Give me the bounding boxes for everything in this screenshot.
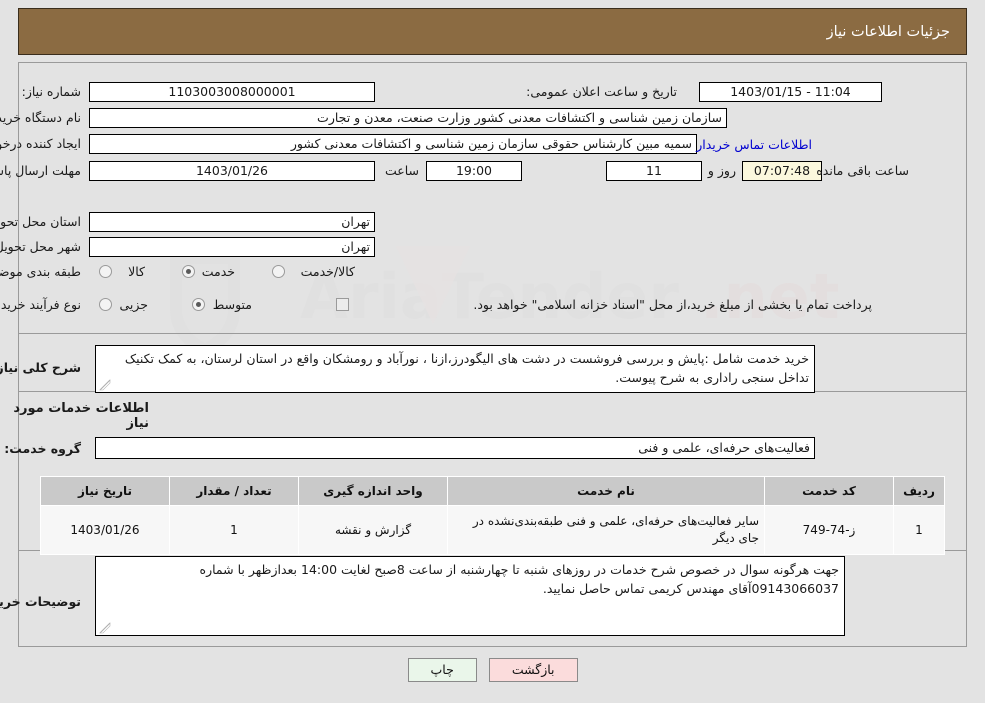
resize-grip-icon[interactable] <box>99 379 111 391</box>
process-label: نوع فرآیند خرید : <box>0 297 81 312</box>
announce-datetime-label: تاریخ و ساعت اعلان عمومی: <box>526 84 677 99</box>
treasury-checkbox[interactable] <box>336 298 349 311</box>
need-number-label: شماره نیاز: <box>21 84 81 99</box>
deadline-time-value: 19:00 <box>426 161 522 181</box>
buyer-org-value: سازمان زمین شناسی و اکتشافات معدنی کشور … <box>89 108 727 128</box>
col-unit: واحد اندازه گیری <box>298 476 448 506</box>
time-remaining-value: 07:07:48 <box>742 161 822 181</box>
creator-value: سمیه مبین کارشناس حقوقی سازمان زمین شناس… <box>89 134 697 154</box>
page-title: جزئیات اطلاعات نیاز <box>826 23 950 40</box>
col-row: ردیف <box>893 476 945 506</box>
city-value: تهران <box>89 237 375 257</box>
need-number-value: 1103003008000001 <box>89 82 375 102</box>
radio-label-khedmat: خدمت <box>201 264 235 279</box>
radio-label-motavaset: متوسط <box>212 297 252 312</box>
table-row: 1 ز-74-749 سایر فعالیت‌های حرفه‌ای، علمی… <box>40 505 945 555</box>
page-root: AriaTender .net جزئیات اطلاعات نیاز شمار… <box>0 0 985 703</box>
col-date: تاریخ نیاز <box>40 476 170 506</box>
radio-label-jozi: جزیی <box>119 297 148 312</box>
radio-category-kala[interactable] <box>99 265 112 278</box>
announce-datetime-value: 11:04 - 1403/01/15 <box>699 82 882 102</box>
buyer-notes-textarea[interactable]: جهت هرگونه سوال در خصوص شرح خدمات در روز… <box>95 556 845 636</box>
days-remaining-value: 11 <box>606 161 702 181</box>
cell-quantity: 1 <box>169 505 299 555</box>
service-group-value: فعالیت‌های حرفه‌ای، علمی و فنی <box>95 437 815 459</box>
radio-category-khedmat[interactable] <box>182 265 195 278</box>
deadline-label-text: مهلت ارسال پاسخ: تا تاریخ: <box>0 163 81 178</box>
hour-label: ساعت <box>384 163 419 178</box>
footer-button-bar: بازگشت چاپ <box>0 658 985 682</box>
cell-name: سایر فعالیت‌های حرفه‌ای، علمی و فنی طبقه… <box>447 505 765 555</box>
print-button[interactable]: چاپ <box>407 658 477 682</box>
province-value: تهران <box>89 212 375 232</box>
service-group-label: گروه خدمت: <box>4 441 81 456</box>
col-quantity: تعداد / مقدار <box>169 476 299 506</box>
radio-process-motavaset[interactable] <box>192 298 205 311</box>
page-header: جزئیات اطلاعات نیاز <box>18 8 967 55</box>
col-name: نام خدمت <box>447 476 765 506</box>
cell-code: ز-74-749 <box>764 505 894 555</box>
province-label: استان محل تحویل: <box>0 214 81 229</box>
summary-text: خرید خدمت شامل :پایش و بررسی فروشست در د… <box>124 351 809 385</box>
creator-label: ایجاد کننده درخواست: <box>0 136 81 151</box>
services-table: ردیف کد خدمت نام خدمت واحد اندازه گیری ت… <box>40 476 945 555</box>
deadline-date-value: 1403/01/26 <box>89 161 375 181</box>
category-label: طبقه بندی موضوعی: <box>0 264 81 279</box>
city-label: شهر محل تحویل: <box>0 239 81 254</box>
table-header-row: ردیف کد خدمت نام خدمت واحد اندازه گیری ت… <box>40 476 945 506</box>
services-table-wrap: ردیف کد خدمت نام خدمت واحد اندازه گیری ت… <box>40 476 945 555</box>
services-section-title: اطلاعات خدمات مورد نیاز <box>13 401 149 431</box>
radio-label-kala: کالا <box>128 264 145 279</box>
buyer-contact-link[interactable]: اطلاعات تماس خریدار <box>696 137 812 152</box>
cell-unit: گزارش و نقشه <box>298 505 448 555</box>
summary-label: شرح کلی نیاز: <box>0 360 81 375</box>
deadline-label: مهلت ارسال پاسخ: تا تاریخ: <box>0 163 81 178</box>
cell-row: 1 <box>893 505 945 555</box>
col-code: کد خدمت <box>764 476 894 506</box>
radio-process-jozi[interactable] <box>99 298 112 311</box>
days-and-label: روز و <box>707 163 736 178</box>
buyer-org-label: نام دستگاه خریدار: <box>0 110 81 125</box>
back-button[interactable]: بازگشت <box>488 658 578 682</box>
buyer-notes-label: توضیحات خریدار: <box>0 594 81 609</box>
time-remaining-label: ساعت باقی مانده <box>816 163 909 178</box>
buyer-notes-text: جهت هرگونه سوال در خصوص شرح خدمات در روز… <box>199 562 839 596</box>
resize-grip-icon-notes[interactable] <box>99 622 111 634</box>
divider-summary <box>19 333 966 334</box>
treasury-checkbox-label: پرداخت تمام یا بخشی از مبلغ خرید،از محل … <box>473 297 872 312</box>
cell-date: 1403/01/26 <box>40 505 170 555</box>
radio-category-kala-khedmat[interactable] <box>272 265 285 278</box>
radio-label-kala-khedmat: کالا/خدمت <box>300 264 355 279</box>
summary-textarea[interactable]: خرید خدمت شامل :پایش و بررسی فروشست در د… <box>95 345 815 393</box>
